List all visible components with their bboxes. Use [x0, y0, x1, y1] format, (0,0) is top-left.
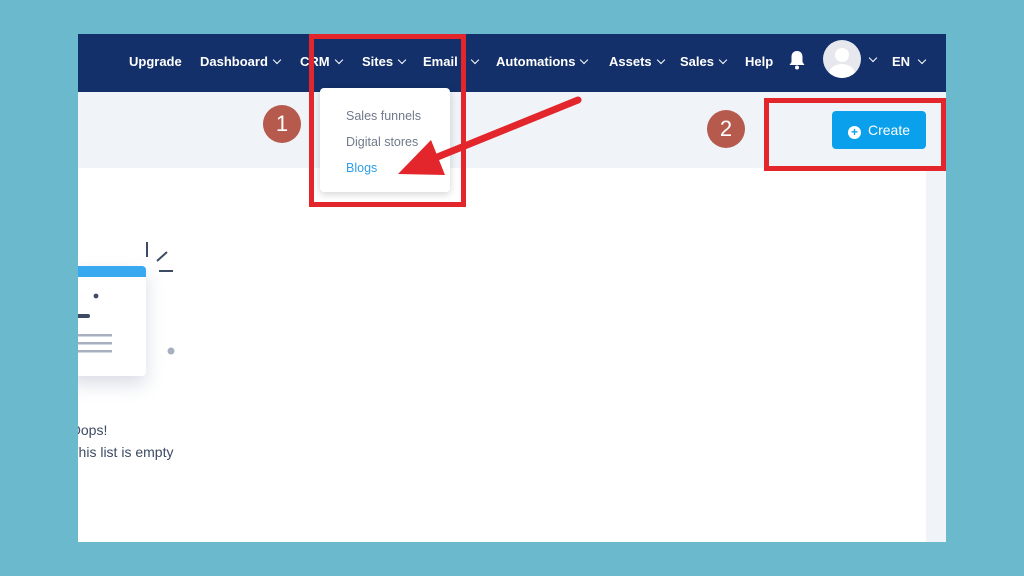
arrow-icon: [398, 96, 582, 175]
